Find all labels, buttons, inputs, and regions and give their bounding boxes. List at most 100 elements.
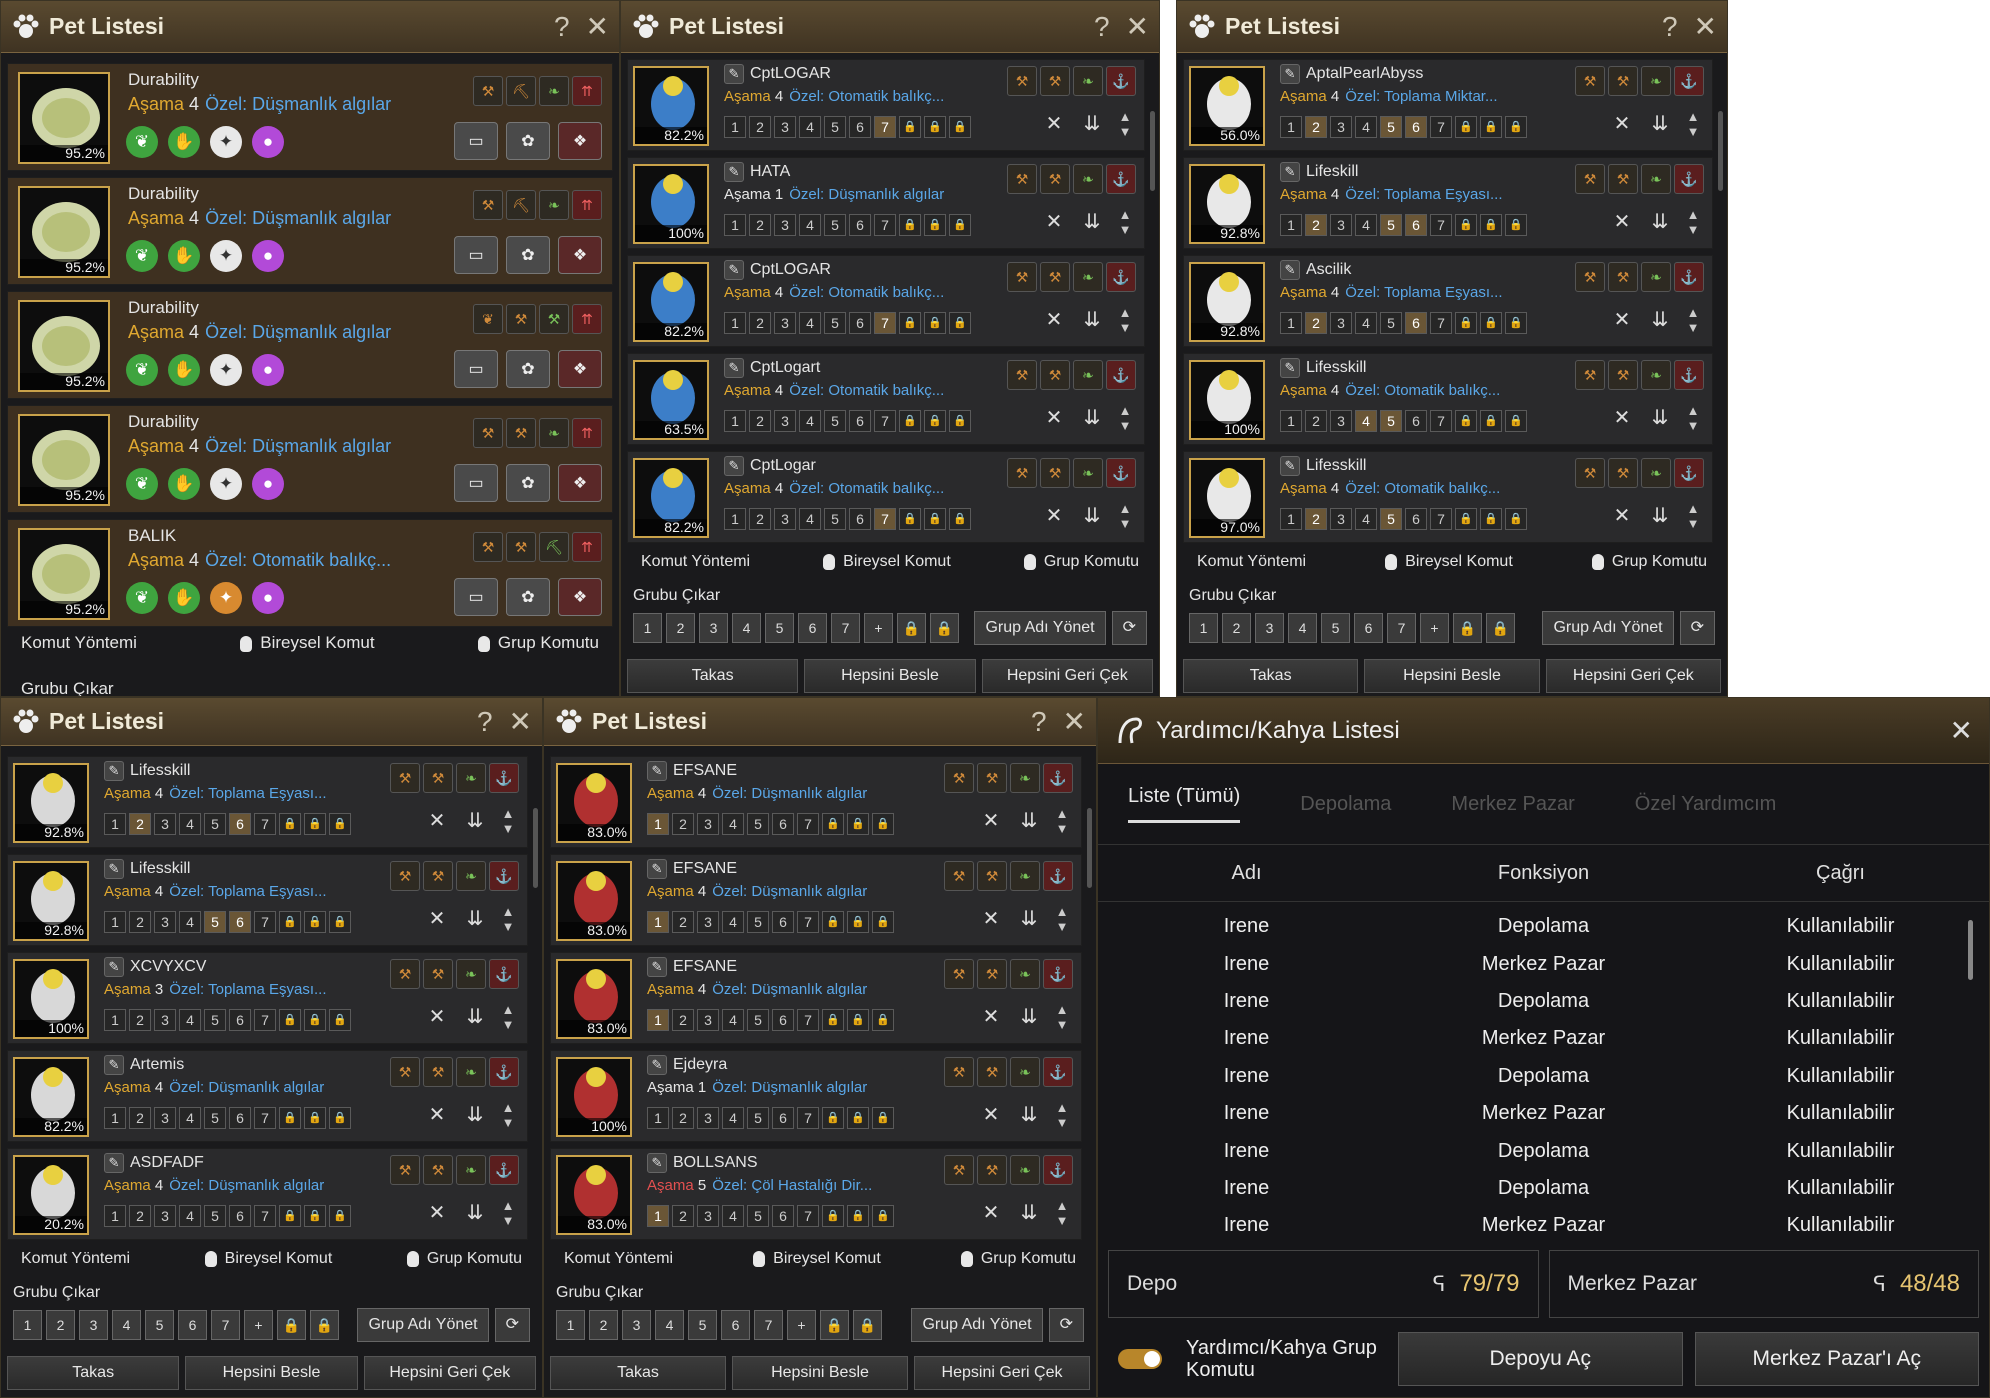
dual-arrows-icon[interactable]: ⇊: [1013, 1001, 1045, 1033]
level-slot[interactable]: 2: [129, 911, 151, 933]
dual-arrows-icon[interactable]: ⇊: [1013, 1197, 1045, 1229]
individual-command-option[interactable]: Bireysel Komut: [240, 633, 375, 653]
level-slot[interactable]: 3: [154, 813, 176, 835]
order-arrows[interactable]: ▲ ▼: [1682, 305, 1704, 335]
dual-arrows-icon[interactable]: ⇊: [459, 1099, 491, 1131]
help-icon[interactable]: ?: [1662, 11, 1678, 43]
refresh-icon[interactable]: ⟳: [1048, 1308, 1084, 1342]
level-slot[interactable]: 1: [647, 1009, 669, 1031]
dual-arrows-icon[interactable]: ⇊: [1644, 108, 1676, 140]
group-slot[interactable]: 1: [556, 1310, 585, 1340]
level-slot[interactable]: 7: [797, 1205, 819, 1227]
pet-row[interactable]: 95.2% BALIK Aşama 4 Özel: Otomatik balıkç…: [7, 519, 613, 627]
pet-row[interactable]: 100% ✎ Ejdeyra Aşama 1 Özel: Düşmanlık alg…: [550, 1050, 1082, 1142]
pet-row[interactable]: 83.0% ✎ EFSANE Aşama 4 Özel: Düşmanlık alg…: [550, 952, 1082, 1044]
level-slot[interactable]: 4: [179, 1009, 201, 1031]
level-slot[interactable]: 7: [874, 508, 896, 530]
pencil-icon[interactable]: ✎: [104, 761, 124, 781]
pet-row[interactable]: 95.2% Durability Aşama 4 Özel: Düşmanlık …: [7, 405, 613, 513]
paw-button[interactable]: ✿: [506, 578, 550, 616]
level-slot[interactable]: 5: [204, 813, 226, 835]
pencil-icon[interactable]: ✎: [1280, 64, 1300, 84]
level-slot[interactable]: 7: [254, 1205, 276, 1227]
lock-icon[interactable]: 🔒: [853, 1310, 882, 1340]
order-arrows[interactable]: ▲ ▼: [1051, 1198, 1073, 1228]
order-arrows[interactable]: ▲ ▼: [497, 1100, 519, 1130]
column-call[interactable]: Çağrı: [1692, 862, 1989, 885]
level-slot[interactable]: 4: [722, 1205, 744, 1227]
level-slot[interactable]: 1: [647, 911, 669, 933]
level-slot[interactable]: 4: [179, 1107, 201, 1129]
level-slot[interactable]: 1: [1280, 508, 1302, 530]
group-slot[interactable]: 6: [721, 1310, 750, 1340]
cross-tools-icon[interactable]: ✕: [975, 1197, 1007, 1229]
group-slot[interactable]: 5: [145, 1310, 174, 1340]
level-slot[interactable]: 3: [774, 214, 796, 236]
order-arrows[interactable]: ▲ ▼: [497, 1198, 519, 1228]
help-icon[interactable]: ?: [554, 11, 570, 43]
level-slot[interactable]: 7: [1430, 410, 1452, 432]
level-slot[interactable]: 4: [722, 813, 744, 835]
paw-button[interactable]: ✿: [506, 122, 550, 160]
level-slot[interactable]: 7: [1430, 312, 1452, 334]
dual-arrows-icon[interactable]: ⇊: [1644, 304, 1676, 336]
cross-tools-icon[interactable]: ✕: [1038, 500, 1070, 532]
scrollbar[interactable]: [1087, 808, 1092, 888]
close-icon[interactable]: ✕: [1950, 714, 1973, 747]
group-slot[interactable]: 1: [1189, 613, 1218, 643]
manage-group-name-button[interactable]: Grup Adı Yönet: [357, 1308, 489, 1342]
group-slot[interactable]: 7: [1387, 613, 1416, 643]
cross-tools-icon[interactable]: ✕: [421, 1001, 453, 1033]
dual-arrows-icon[interactable]: ⇊: [1076, 402, 1108, 434]
level-slot[interactable]: 3: [1330, 214, 1352, 236]
level-slot[interactable]: 6: [849, 214, 871, 236]
level-slot[interactable]: 1: [647, 813, 669, 835]
group-slot[interactable]: 4: [655, 1310, 684, 1340]
group-command-option[interactable]: Grup Komutu: [1023, 553, 1139, 571]
order-arrows[interactable]: ▲ ▼: [1114, 403, 1136, 433]
level-slot[interactable]: 3: [154, 1205, 176, 1227]
level-slot[interactable]: 2: [749, 116, 771, 138]
feed-bowl-button[interactable]: ▭: [454, 350, 498, 388]
manage-group-name-button[interactable]: Grup Adı Yönet: [974, 611, 1106, 645]
level-slot[interactable]: 5: [824, 508, 846, 530]
level-slot[interactable]: 1: [104, 1009, 126, 1031]
pencil-icon[interactable]: ✎: [1280, 260, 1300, 280]
group-slot[interactable]: 6: [1354, 613, 1383, 643]
cross-tools-icon[interactable]: ✕: [421, 903, 453, 935]
level-slot[interactable]: 1: [1280, 312, 1302, 334]
pencil-icon[interactable]: ✎: [647, 1055, 667, 1075]
pet-row[interactable]: 20.2% ✎ ASDFADF Aşama 4 Özel: Düşmanlık al…: [7, 1148, 528, 1240]
level-slot[interactable]: 2: [749, 508, 771, 530]
level-slot[interactable]: 2: [672, 1009, 694, 1031]
order-arrows[interactable]: ▲ ▼: [1114, 305, 1136, 335]
dual-arrows-icon[interactable]: ⇊: [1644, 500, 1676, 532]
helper-row[interactable]: Irene Depolama Kullanılabilir: [1098, 1170, 1989, 1207]
scrollbar[interactable]: [1968, 920, 1973, 980]
level-slot[interactable]: 4: [179, 813, 201, 835]
help-icon[interactable]: ?: [1031, 706, 1047, 738]
cross-tools-icon[interactable]: ✕: [1038, 206, 1070, 238]
pencil-icon[interactable]: ✎: [724, 358, 744, 378]
level-slot[interactable]: 6: [849, 116, 871, 138]
dual-arrows-icon[interactable]: ⇊: [459, 1197, 491, 1229]
group-slot[interactable]: 5: [765, 613, 794, 643]
lock-icon[interactable]: 🔒: [897, 613, 926, 643]
level-slot[interactable]: 1: [647, 1205, 669, 1227]
level-slot[interactable]: 3: [774, 410, 796, 432]
cross-tools-icon[interactable]: ✕: [975, 1099, 1007, 1131]
cross-tools-icon[interactable]: ✕: [1038, 304, 1070, 336]
recall-button[interactable]: ❖: [558, 578, 602, 616]
level-slot[interactable]: 4: [799, 214, 821, 236]
group-slot[interactable]: 4: [1288, 613, 1317, 643]
individual-command-option[interactable]: Bireysel Komut: [204, 1250, 332, 1268]
level-slot[interactable]: 2: [129, 813, 151, 835]
group-command-option[interactable]: Grup Komutu: [960, 1250, 1076, 1268]
tab-my-helper[interactable]: Özel Yardımcım: [1635, 793, 1777, 816]
level-slot[interactable]: 7: [797, 911, 819, 933]
level-slot[interactable]: 7: [1430, 508, 1452, 530]
level-slot[interactable]: 2: [672, 911, 694, 933]
level-slot[interactable]: 3: [1330, 312, 1352, 334]
pencil-icon[interactable]: ✎: [724, 162, 744, 182]
pet-row[interactable]: 97.0% ✎ Lifesskill Aşama 4 Özel: Otomatik …: [1183, 451, 1713, 543]
